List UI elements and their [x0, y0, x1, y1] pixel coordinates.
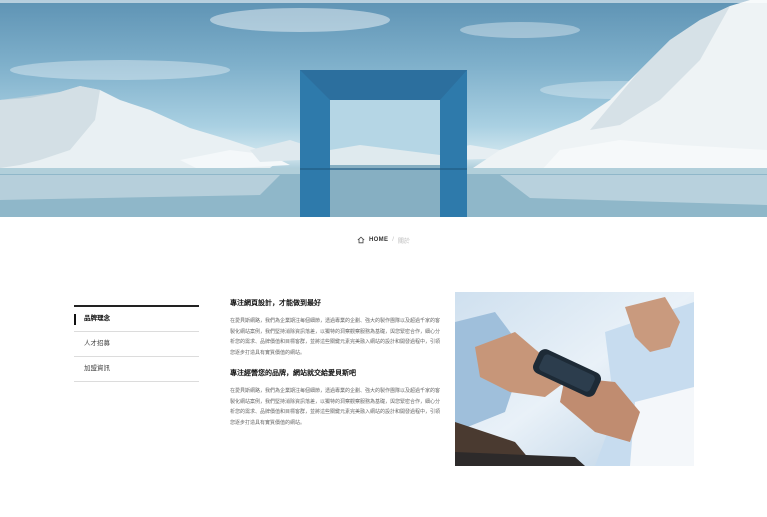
- top-edge-bar: [0, 0, 767, 3]
- section-body: 在愛貝斯網路，我們為企業期注每個細節，透過專業的企劃、強大的製作團隊以及超過千家…: [230, 388, 441, 426]
- sidebar-item-brand-philosophy[interactable]: 品牌理念: [74, 307, 199, 332]
- sidebar-item-label: 加盟資訊: [84, 365, 110, 372]
- hero-illustration: [0, 0, 767, 217]
- section-body: 在愛貝斯網路，我們為企業期注每個細節，透過專業的企劃、強大的製作團隊以及超過千家…: [230, 318, 441, 356]
- sidebar-item-recruitment[interactable]: 人才招募: [74, 332, 199, 357]
- breadcrumb-current: 關於: [397, 238, 410, 245]
- sidebar-item-label: 品牌理念: [84, 315, 110, 322]
- section-title: 專注網頁設計，才能做到最好: [230, 300, 321, 307]
- sidebar-item-franchise[interactable]: 加盟資訊: [74, 357, 199, 382]
- breadcrumb: HOME / 關於: [0, 234, 767, 246]
- business-photo: [455, 292, 694, 466]
- section-title: 專注經營您的品牌，網站就交給愛貝斯吧: [230, 370, 356, 377]
- sidebar-nav: 品牌理念 人才招募 加盟資訊: [74, 305, 199, 382]
- main-content: 專注網頁設計，才能做到最好 在愛貝斯網路，我們為企業期注每個細節，透過專業的企劃…: [230, 298, 440, 438]
- home-icon[interactable]: [357, 236, 365, 244]
- breadcrumb-separator: /: [392, 237, 394, 243]
- sidebar-item-label: 人才招募: [84, 340, 110, 347]
- breadcrumb-home-link[interactable]: HOME: [369, 237, 388, 243]
- hero-banner: [0, 0, 767, 217]
